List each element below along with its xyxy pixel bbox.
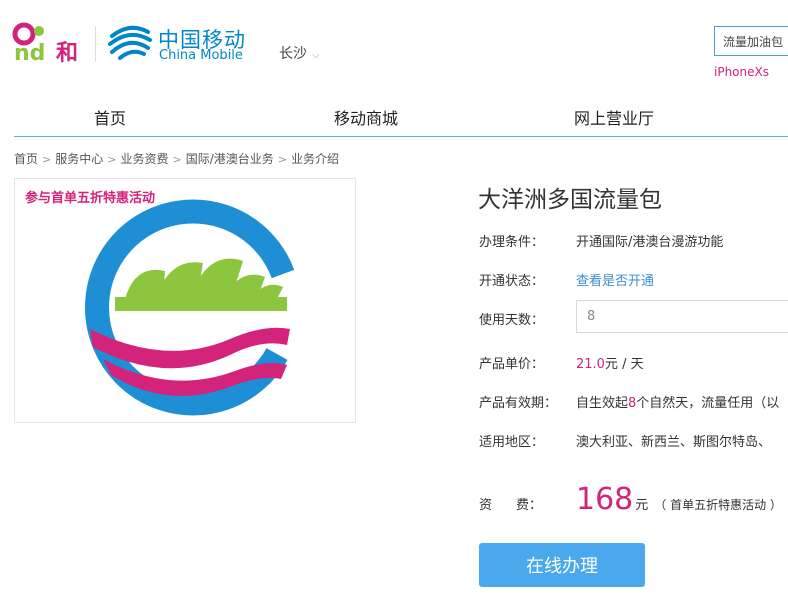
- nav-item-online-hall[interactable]: 网上营业厅: [574, 105, 654, 129]
- china-mobile-logo[interactable]: [106, 18, 154, 64]
- price-amount: 21.0: [576, 357, 605, 372]
- validity-value: 自生效起8个自然天，流量任用（以: [576, 392, 779, 411]
- chevron-down-icon: ⌵: [312, 50, 320, 61]
- brand-name-en: China Mobile: [159, 48, 243, 63]
- breadcrumb-separator: >: [42, 153, 52, 166]
- nav-item-mall[interactable]: 移动商城: [334, 105, 398, 129]
- city-name: 长沙: [279, 46, 307, 62]
- fee-label-rest: 费：: [516, 498, 543, 513]
- search-input[interactable]: [714, 26, 788, 56]
- status-value: 查看是否开通: [576, 270, 654, 289]
- city-selector[interactable]: 长沙 ⌵: [279, 43, 320, 63]
- fee-amount: 168 元 （ 首单五折特惠活动 ）: [576, 482, 782, 517]
- breadcrumb-item-intro[interactable]: 业务介绍: [291, 152, 339, 166]
- price-label: 产品单价：: [479, 357, 545, 372]
- promo-tag: 参与首单五折特惠活动: [25, 191, 156, 206]
- product-title: 大洋洲多国流量包: [478, 187, 662, 213]
- apply-online-button[interactable]: 在线办理: [479, 543, 645, 587]
- svg-text:和: 和: [56, 41, 78, 64]
- fee-label-char: 资: [479, 498, 493, 513]
- validity-prefix: 自生效起: [576, 396, 629, 411]
- nav-item-home[interactable]: 首页: [94, 105, 126, 129]
- china-mobile-logo-icon: [108, 25, 152, 60]
- fee-note: （ 首单五折特惠活动 ）: [654, 498, 782, 512]
- status-label: 开通状态：: [479, 274, 545, 289]
- condition-label: 办理条件：: [479, 235, 545, 250]
- validity-label: 产品有效期：: [479, 396, 558, 411]
- breadcrumb-separator: >: [107, 153, 117, 166]
- days-input[interactable]: [576, 300, 788, 333]
- svg-text:nd: nd: [14, 41, 45, 64]
- region-value: 澳大利亚、新西兰、斯图尔特岛、: [576, 435, 772, 450]
- breadcrumb-item-home[interactable]: 首页: [14, 152, 38, 166]
- region-label: 适用地区：: [479, 435, 545, 450]
- days-label: 使用天数：: [479, 313, 545, 328]
- check-status-link[interactable]: 查看是否开通: [576, 274, 654, 289]
- breadcrumb-item-tariff[interactable]: 业务资费: [120, 152, 168, 166]
- breadcrumb: 首页 > 服务中心 > 业务资费 > 国际/港澳台业务 > 业务介绍: [14, 150, 339, 167]
- logo-divider: [95, 26, 96, 62]
- breadcrumb-item-international[interactable]: 国际/港澳台业务: [186, 152, 274, 166]
- price-value: 21.0元 / 天: [576, 353, 644, 372]
- validity-suffix: 个自然天，流量任用（以: [636, 396, 780, 411]
- fee-label: 资 费：: [479, 494, 542, 513]
- fee-unit: 元: [635, 498, 649, 513]
- breadcrumb-separator: >: [172, 153, 182, 166]
- and-logo-icon: nd 和: [12, 22, 78, 66]
- hot-search-link[interactable]: iPhoneXs: [714, 65, 769, 79]
- breadcrumb-item-service[interactable]: 服务中心: [55, 152, 103, 166]
- oceania-package-logo-icon: [85, 199, 295, 416]
- price-unit: 元 / 天: [604, 357, 644, 372]
- main-nav: 首页 移动商城 网上营业厅: [14, 93, 788, 137]
- condition-value: 开通国际/港澳台漫游功能: [576, 235, 724, 250]
- fee-number: 168: [576, 482, 634, 517]
- breadcrumb-separator: >: [277, 153, 287, 166]
- and-logo[interactable]: nd 和: [12, 22, 84, 66]
- product-image: 参与首单五折特惠活动: [14, 178, 356, 423]
